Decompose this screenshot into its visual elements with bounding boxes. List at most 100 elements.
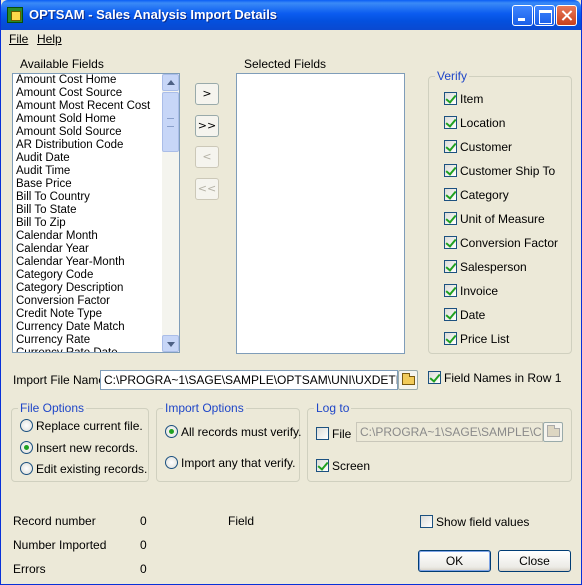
verify-conversion-factor-checkbox[interactable]: Conversion Factor	[444, 235, 566, 251]
number-imported-label: Number Imported	[13, 538, 107, 552]
verify-item-checkbox[interactable]: Item	[444, 91, 566, 107]
remove-field-button[interactable]: <	[195, 146, 219, 168]
scroll-up-button[interactable]	[162, 74, 179, 91]
verify-label: Conversion Factor	[460, 236, 559, 250]
available-field-item[interactable]: Calendar Year-Month	[13, 256, 163, 269]
available-field-item[interactable]: Amount Cost Home	[13, 74, 163, 87]
menu-help[interactable]: Help	[37, 32, 62, 46]
field-names-row1-label: Field Names in Row 1	[444, 371, 562, 385]
available-field-item[interactable]: Calendar Month	[13, 230, 163, 243]
verify-price-list-checkbox[interactable]: Price List	[444, 331, 566, 347]
close-window-button[interactable]	[556, 5, 577, 26]
verify-customer-checkbox[interactable]: Customer	[444, 139, 566, 155]
available-field-item[interactable]: Bill To Zip	[13, 217, 163, 230]
available-field-item[interactable]: Currency Rate	[13, 334, 163, 347]
ok-button[interactable]: OK	[418, 550, 491, 572]
verify-check	[444, 236, 457, 249]
import-any-that-verify-label: Import any that verify.	[181, 456, 296, 470]
available-field-item[interactable]: Bill To State	[13, 204, 163, 217]
verify-unit-of-measure-checkbox[interactable]: Unit of Measure	[444, 211, 566, 227]
log-to-file-label: File	[332, 427, 352, 441]
scroll-down-button[interactable]	[162, 335, 179, 352]
verify-check	[444, 92, 457, 105]
available-field-item[interactable]: Bill To Country	[13, 191, 163, 204]
log-to-screen-check	[316, 459, 329, 472]
verify-label: Item	[460, 92, 484, 106]
verify-label: Category	[460, 188, 509, 202]
available-field-item[interactable]: Amount Sold Source	[13, 126, 163, 139]
edit-existing-records-radio[interactable]: Edit existing records.	[20, 461, 147, 477]
available-field-item[interactable]: Category Description	[13, 282, 163, 295]
remove-all-fields-button[interactable]: <<	[195, 178, 219, 200]
verify-category-checkbox[interactable]: Category	[444, 187, 566, 203]
browse-import-file-button[interactable]	[398, 370, 418, 390]
available-field-item[interactable]: Audit Time	[13, 165, 163, 178]
insert-new-records-radio[interactable]: Insert new records.	[20, 440, 144, 456]
folder-open-icon	[547, 425, 560, 437]
available-field-item[interactable]: Credit Note Type	[13, 308, 163, 321]
verify-label: Date	[460, 308, 486, 322]
menu-file[interactable]: File	[9, 32, 28, 46]
verify-check	[444, 188, 457, 201]
available-field-item[interactable]: Conversion Factor	[13, 295, 163, 308]
verify-salesperson-checkbox[interactable]: Salesperson	[444, 259, 566, 275]
verify-invoice-checkbox[interactable]: Invoice	[444, 283, 566, 299]
add-all-fields-button[interactable]: >>	[195, 115, 219, 137]
available-fields-list[interactable]: Amount Cost Home Amount Cost Source Amount…	[12, 73, 180, 353]
app-icon[interactable]	[7, 7, 23, 23]
available-field-item[interactable]: Audit Date	[13, 152, 163, 165]
file-options-title: File Options	[18, 401, 87, 415]
import-file-name-input[interactable]: C:\PROGRA~1\SAGE\SAMPLE\OPTSAM\UNI\UXDET…	[100, 370, 398, 390]
verify-customer-ship-to-checkbox[interactable]: Customer Ship To	[444, 163, 566, 179]
available-field-item[interactable]: Amount Cost Source	[13, 87, 163, 100]
available-field-item[interactable]: Base Price	[13, 178, 163, 191]
verify-check	[444, 332, 457, 345]
available-field-item[interactable]: Currency Rate Date	[13, 347, 163, 352]
insert-new-records-radio-dot	[20, 441, 33, 454]
field-names-row1-checkbox[interactable]: Field Names in Row 1	[428, 370, 568, 386]
available-fields-label: Available Fields	[20, 57, 104, 71]
log-to-screen-checkbox[interactable]: Screen	[316, 458, 396, 474]
available-field-item[interactable]: Amount Sold Home	[13, 113, 163, 126]
log-to-file-check	[316, 427, 329, 440]
import-options-group: Import Options All records must verify. …	[156, 401, 301, 482]
log-file-path-input[interactable]: C:\PROGRA~1\SAGE\SAMPLE\C	[356, 422, 543, 442]
browse-log-file-button[interactable]	[543, 422, 563, 442]
verify-check	[444, 260, 457, 273]
verify-label: Customer	[460, 140, 513, 154]
record-number-value: 0	[140, 514, 147, 528]
log-to-screen-label: Screen	[332, 459, 371, 473]
insert-new-records-label: Insert new records.	[36, 441, 139, 455]
verify-label: Location	[460, 116, 506, 130]
selected-fields-label: Selected Fields	[244, 57, 327, 71]
selected-fields-list[interactable]	[236, 73, 405, 354]
close-button[interactable]: Close	[498, 550, 571, 572]
log-to-file-checkbox[interactable]: File	[316, 426, 352, 442]
show-field-values-checkbox[interactable]: Show field values	[420, 514, 530, 530]
maximize-button[interactable]	[534, 5, 555, 26]
add-field-button[interactable]: >	[195, 83, 219, 105]
show-field-values-label: Show field values	[436, 515, 530, 529]
import-any-that-verify-radio[interactable]: Import any that verify.	[165, 455, 296, 471]
available-field-item[interactable]: Amount Most Recent Cost	[13, 100, 163, 113]
available-field-item[interactable]: Category Code	[13, 269, 163, 282]
available-field-item[interactable]: AR Distribution Code	[13, 139, 163, 152]
verify-group-title: Verify	[435, 69, 470, 83]
verify-date-checkbox[interactable]: Date	[444, 307, 566, 323]
verify-location-checkbox[interactable]: Location	[444, 115, 566, 131]
minimize-button[interactable]	[512, 5, 533, 26]
available-field-item[interactable]: Currency Date Match	[13, 321, 163, 334]
title-bar[interactable]: OPTSAM - Sales Analysis Import Details	[1, 0, 581, 30]
file-options-group: File Options Replace current file. Inser…	[11, 401, 149, 482]
available-fields-items: Amount Cost Home Amount Cost Source Amount…	[13, 74, 163, 352]
verify-check	[444, 284, 457, 297]
verify-check	[444, 140, 457, 153]
available-fields-scrollbar[interactable]	[162, 74, 179, 352]
all-records-must-verify-radio[interactable]: All records must verify.	[165, 424, 301, 440]
import-file-name-label: Import File Name	[13, 373, 106, 387]
import-details-window: OPTSAM - Sales Analysis Import Details F…	[0, 0, 582, 585]
replace-current-file-radio[interactable]: Replace current file.	[20, 418, 144, 434]
available-field-item[interactable]: Calendar Year	[13, 243, 163, 256]
verify-label: Invoice	[460, 284, 499, 298]
scroll-thumb[interactable]	[162, 92, 179, 152]
